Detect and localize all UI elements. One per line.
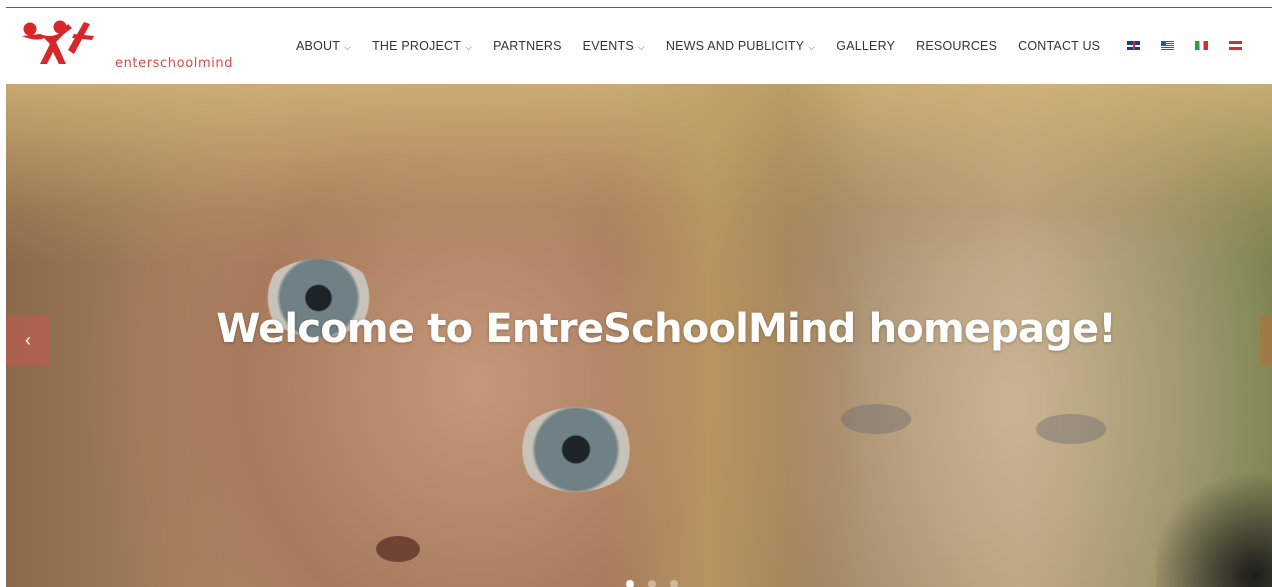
hero-slider: Welcome to EntreSchoolMind homepage! ‹ <box>6 84 1272 587</box>
chevron-down-icon: ⌵ <box>808 41 816 52</box>
hero-image-shadow <box>1156 464 1272 587</box>
slider-dot[interactable] <box>626 580 634 587</box>
logo-text: enterschoolmind <box>115 56 234 71</box>
english-flag-icon[interactable] <box>1127 41 1140 50</box>
nav-item-news-and-publicity[interactable]: NEWS AND PUBLICITY ⌵ <box>666 39 815 53</box>
nav-item-label: NEWS AND PUBLICITY <box>665 39 805 53</box>
hero-image-eye <box>516 407 636 492</box>
slider-dot[interactable] <box>648 580 656 587</box>
greek-flag-icon[interactable] <box>1161 41 1174 50</box>
hero-image-background-child <box>1036 414 1106 444</box>
chevron-left-icon: ‹ <box>25 329 31 350</box>
nav-item-label: CONTACT US <box>1018 39 1101 53</box>
nav-item-resources[interactable]: RESOURCES <box>916 39 997 53</box>
slider-pagination <box>626 580 692 587</box>
hero-title: Welcome to EntreSchoolMind homepage! <box>216 306 1116 352</box>
nav-item-the-project[interactable]: THE PROJECT ⌵ <box>372 39 472 53</box>
slider-prev-button[interactable]: ‹ <box>6 315 50 365</box>
nav-item-label: THE PROJECT <box>372 39 462 53</box>
site-logo[interactable]: enterschoolmind <box>22 20 242 76</box>
nav-item-label: PARTNERS <box>493 39 562 53</box>
chevron-down-icon: ⌵ <box>465 41 473 52</box>
logo-figures-icon <box>22 20 94 64</box>
slider-next-button[interactable] <box>1260 315 1272 365</box>
nav-item-contact-us[interactable]: CONTACT US <box>1018 39 1100 53</box>
hero-image-nose <box>376 536 420 562</box>
main-nav: ABOUT ⌵ THE PROJECT ⌵ PARTNERS EVENTS ⌵ … <box>296 38 1121 54</box>
nav-item-about[interactable]: ABOUT ⌵ <box>296 39 351 53</box>
nav-item-label: EVENTS <box>582 39 634 53</box>
italian-flag-icon[interactable] <box>1195 41 1208 50</box>
hero-image-background-child <box>841 404 911 434</box>
nav-item-label: RESOURCES <box>916 39 998 53</box>
nav-item-partners[interactable]: PARTNERS <box>493 39 562 53</box>
site-header: enterschoolmind ABOUT ⌵ THE PROJECT ⌵ PA… <box>6 8 1272 83</box>
nav-item-label: ABOUT <box>296 39 341 53</box>
nav-item-events[interactable]: EVENTS ⌵ <box>583 39 645 53</box>
language-switcher <box>1127 41 1263 50</box>
nav-item-label: GALLERY <box>836 39 896 53</box>
slider-dot[interactable] <box>670 580 678 587</box>
austrian-flag-icon[interactable] <box>1229 41 1242 50</box>
nav-item-gallery[interactable]: GALLERY <box>836 39 895 53</box>
chevron-down-icon: ⌵ <box>637 41 645 52</box>
chevron-down-icon: ⌵ <box>344 41 352 52</box>
